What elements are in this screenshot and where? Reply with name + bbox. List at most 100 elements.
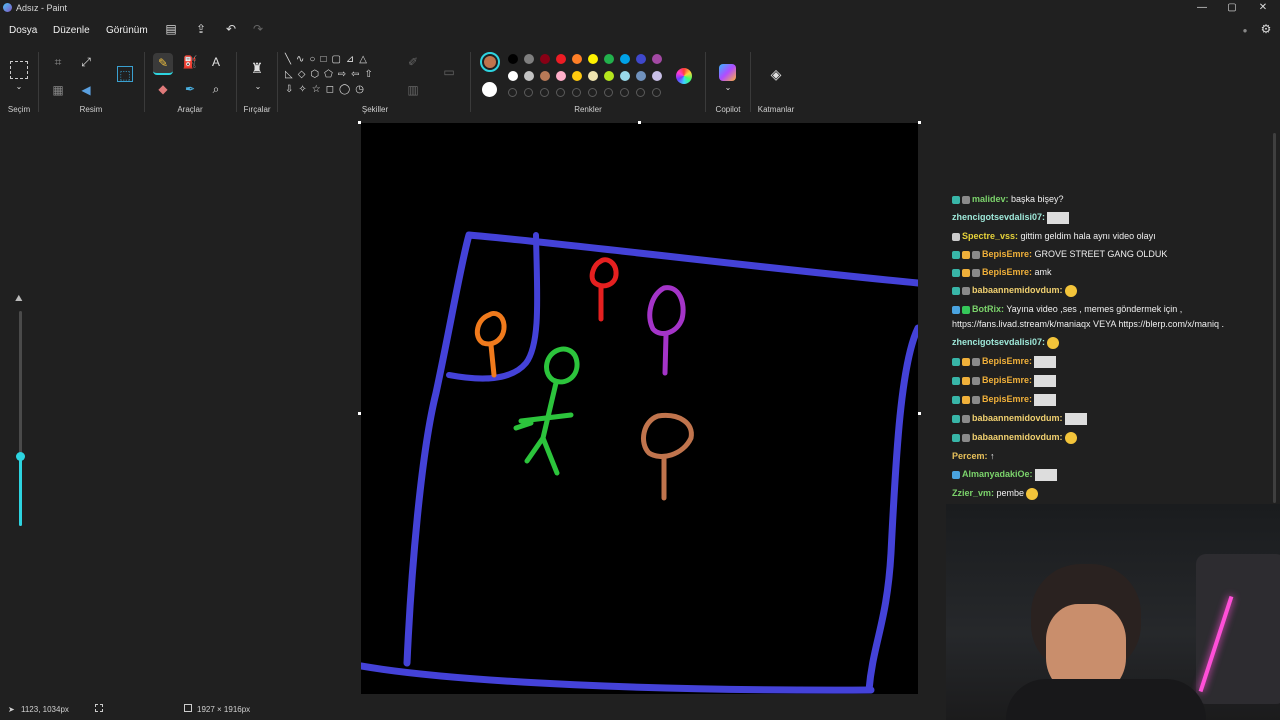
save-icon[interactable]: ▤ [164,22,178,36]
maximize-button[interactable]: ▢ [1217,0,1247,16]
color-swatch[interactable] [540,54,550,64]
color-swatch[interactable] [588,71,598,81]
eraser-icon[interactable]: ◆ [155,81,171,97]
minimize-button[interactable]: — [1187,0,1217,16]
color-swatch[interactable] [556,71,566,81]
chat-message: zhencigotsevdalisi07: [952,211,1070,224]
magnifier-icon[interactable]: ⌕ [208,81,224,97]
chat-username[interactable]: babaannemidovdum: [972,413,1063,423]
chat-username[interactable]: malidev: [972,194,1009,204]
canvas-resize-handle[interactable] [358,412,361,415]
color-swatch[interactable] [572,71,582,81]
shapes-gallery[interactable]: ╲∿○□▢⊿△ ◺◇⬡⬠⇨⇦⇧ ⇩✧☆◻◯◷ [285,52,395,104]
group-label-image: Resim [79,105,103,114]
canvas-resize-handle[interactable] [638,121,641,124]
brush-icon[interactable]: ♜ [249,60,265,76]
crop-icon[interactable]: ⌗ [50,54,66,70]
color-swatch[interactable] [620,54,630,64]
chat-username[interactable]: babaannemidovdum: [972,285,1063,295]
size-icon[interactable]: ▥ [405,82,421,98]
settings-gear-icon[interactable]: ⚙ [1259,22,1273,36]
custom-color-slot[interactable] [636,88,645,97]
chat-username[interactable]: BotRix: [972,304,1004,314]
color-swatch[interactable] [604,54,614,64]
color-swatch[interactable] [556,54,566,64]
chat-username[interactable]: BepisEmre: [982,356,1032,366]
color-swatch[interactable] [540,71,550,81]
custom-color-slot[interactable] [508,88,517,97]
color-swatch[interactable] [620,71,630,81]
color-swatch[interactable] [636,71,646,81]
shape-fill-icon[interactable]: ▭ [441,64,457,80]
menu-file[interactable]: Dosya [9,25,37,36]
chevron-down-icon[interactable]: ⌄ [720,80,736,96]
close-button[interactable]: ✕ [1248,0,1278,16]
primary-color[interactable] [480,52,500,72]
zoom-slider-thumb[interactable] [16,452,25,461]
chat-username[interactable]: BepisEmre: [982,249,1032,259]
chat-username[interactable]: zhencigotsevdalisi07: [952,212,1045,222]
chevron-down-icon[interactable]: ⌄ [250,79,266,95]
color-swatch[interactable] [588,54,598,64]
color-swatch[interactable] [508,71,518,81]
edit-colors-icon[interactable] [676,68,692,84]
outline-icon[interactable]: ✐ [405,54,421,70]
remove-background-icon[interactable]: ▦ [50,82,66,98]
vertical-scrollbar[interactable] [1273,133,1276,503]
color-picker-icon[interactable]: ✒ [182,81,198,97]
chat-username[interactable]: Zzier_vm: [952,488,994,498]
chat-badge-icon [962,376,970,385]
chat-username[interactable]: babaannemidovdum: [972,432,1063,442]
custom-color-slot[interactable] [588,88,597,97]
menu-view[interactable]: Görünüm [106,25,148,36]
color-swatch[interactable] [604,71,614,81]
chat-username[interactable]: Spectre_vss: [962,231,1018,241]
text-tool-icon[interactable]: A [208,54,224,70]
custom-color-slot[interactable] [524,88,533,97]
custom-color-slot[interactable] [540,88,549,97]
copilot-icon[interactable] [719,64,736,81]
chat-username[interactable]: BepisEmre: [982,394,1032,404]
color-swatch[interactable] [636,54,646,64]
pencil-icon[interactable]: ✎ [153,53,173,75]
brown-figure-head [641,412,694,459]
chat-badge-icon [952,470,960,479]
rectangle-select-icon[interactable] [10,61,28,79]
cursor-position: 1123, 1034px [21,705,69,714]
color-swatch[interactable] [652,54,662,64]
custom-color-slot[interactable] [620,88,629,97]
redo-icon[interactable]: ↷ [251,22,265,36]
canvas-resize-handle[interactable] [358,121,361,124]
menu-edit[interactable]: Düzenle [53,25,90,36]
canvas-resize-handle[interactable] [918,121,921,124]
image-select-icon[interactable]: ⬚ [117,66,133,82]
color-swatch[interactable] [508,54,518,64]
chat-badge-icon [962,195,970,204]
rotate-icon[interactable]: ◀ [78,82,94,98]
chat-username[interactable]: BepisEmre: [982,375,1032,385]
chat-username[interactable]: zhencigotsevdalisi07: [952,337,1045,347]
resize-icon[interactable]: ⤢ [78,54,94,70]
canvas-resize-handle[interactable] [918,412,921,415]
color-swatch[interactable] [524,54,534,64]
notification-icon[interactable]: ● [1238,24,1252,38]
secondary-color[interactable] [482,82,497,97]
chat-message: BepisEmre: amk [952,266,1052,278]
group-label-copilot: Copilot [715,105,741,114]
layers-icon[interactable]: ◈ [768,66,784,82]
chat-username[interactable]: AlmanyadakiOe: [962,469,1033,479]
drawing-canvas[interactable] [361,123,918,694]
custom-color-slot[interactable] [652,88,661,97]
color-swatch[interactable] [524,71,534,81]
custom-color-slot[interactable] [604,88,613,97]
undo-icon[interactable]: ↶ [224,22,238,36]
share-icon[interactable]: ⇪ [194,22,208,36]
chat-username[interactable]: Percem: [952,451,988,461]
chat-username[interactable]: BepisEmre: [982,267,1032,277]
custom-color-slot[interactable] [572,88,581,97]
color-swatch[interactable] [652,71,662,81]
custom-color-slot[interactable] [556,88,565,97]
fill-bucket-icon[interactable]: ⛽ [182,54,198,70]
color-swatch[interactable] [572,54,582,64]
chevron-down-icon[interactable]: ⌄ [11,79,27,95]
